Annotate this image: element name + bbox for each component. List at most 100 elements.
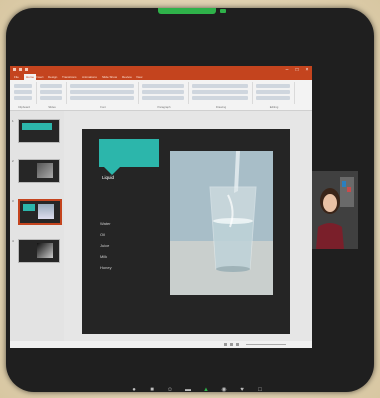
ribbon-button[interactable] [14, 90, 32, 94]
ribbon-button[interactable] [40, 90, 62, 94]
bullet-item[interactable]: Oil [100, 232, 105, 237]
thumbnail-title-shape [23, 204, 35, 211]
thumbnail-image [38, 204, 54, 219]
ribbon-button[interactable] [256, 90, 290, 94]
tab-design[interactable]: Design [48, 75, 57, 79]
ribbon-button[interactable] [142, 90, 184, 94]
chat-icon: ▬ [185, 387, 191, 392]
record-button[interactable]: ◉Record [216, 386, 232, 392]
ribbon-button[interactable] [14, 96, 32, 100]
slide-title[interactable]: Liquid [102, 175, 114, 180]
share-screen-icon: ▲ [203, 387, 209, 392]
maximize-button[interactable]: □ [292, 66, 302, 74]
ribbon-button[interactable] [142, 96, 184, 100]
participant-webcam-image [312, 171, 358, 249]
ribbon: Clipboard Slides Font Paragraph Drawing Editi… [10, 80, 312, 111]
ribbon-group-paragraph: Paragraph [140, 82, 189, 109]
ribbon-group-clipboard: Clipboard [12, 82, 37, 109]
thumbnail-number: 3 [12, 199, 14, 203]
video-button[interactable]: ■Video [144, 386, 160, 392]
bullet-item[interactable]: Honey [100, 265, 112, 270]
ribbon-button[interactable] [192, 90, 248, 94]
slide-thumbnail-4[interactable] [18, 239, 60, 263]
title-shape[interactable] [99, 139, 159, 167]
glass-of-water-image [170, 151, 273, 295]
ribbon-group-label: Editing [269, 105, 279, 109]
ribbon-button[interactable] [70, 96, 134, 100]
share-options-button[interactable] [220, 9, 226, 13]
record-icon: ◉ [221, 387, 227, 392]
reactions-button[interactable]: ♥Reactions [234, 386, 250, 392]
tab-animations[interactable]: Animations [82, 75, 97, 79]
slide-thumbnail-2[interactable] [18, 159, 60, 183]
ribbon-button[interactable] [40, 84, 62, 88]
water-glass-photo[interactable] [170, 151, 273, 295]
ribbon-group-slides: Slides [38, 82, 67, 109]
ribbon-button[interactable] [142, 84, 184, 88]
microphone-icon: ● [132, 387, 136, 392]
tab-view[interactable]: View [136, 75, 142, 79]
ribbon-button[interactable] [256, 96, 290, 100]
title-shape-pointer [104, 167, 120, 175]
close-button[interactable]: × [302, 66, 312, 74]
ribbon-button[interactable] [192, 84, 248, 88]
ribbon-button[interactable] [40, 96, 62, 100]
ribbon-button[interactable] [70, 84, 134, 88]
status-bar [10, 341, 312, 348]
zoom-slider[interactable] [246, 344, 286, 345]
thumbnail-number: 4 [12, 239, 14, 243]
current-slide[interactable]: Liquid Water Oil Juice Milk Honey [82, 129, 290, 334]
normal-view-icon[interactable] [224, 343, 227, 346]
powerpoint-window: – □ × File Home Insert Design Transitions Ani… [10, 66, 312, 348]
bullet-item[interactable]: Water [100, 221, 111, 226]
ribbon-group-label: Drawing [215, 105, 227, 109]
ribbon-group-editing: Editing [254, 82, 295, 109]
window-title-bar: – □ × [10, 66, 312, 74]
share-button[interactable]: ▲Share [198, 386, 214, 392]
save-icon[interactable] [13, 68, 16, 71]
slide-thumbnail-1[interactable] [18, 119, 60, 143]
minimize-button[interactable]: – [282, 66, 292, 74]
ribbon-button[interactable] [256, 84, 290, 88]
end-button[interactable]: □End [252, 386, 268, 392]
ribbon-button[interactable] [14, 84, 32, 88]
ribbon-group-label: Clipboard [18, 105, 30, 109]
tab-slide-show[interactable]: Slide Show [102, 75, 117, 79]
screen-share-indicator[interactable] [158, 8, 216, 14]
slide-sorter-icon[interactable] [230, 343, 233, 346]
ribbon-button[interactable] [70, 90, 134, 94]
thumbnail-title-shape [22, 123, 52, 130]
tab-insert[interactable]: Insert [36, 75, 44, 79]
slide-thumbnail-pane: 1 2 3 4 [10, 111, 64, 341]
ribbon-group-drawing: Drawing [190, 82, 253, 109]
undo-icon[interactable] [19, 68, 22, 71]
tab-file[interactable]: File [14, 75, 19, 79]
ribbon-group-label: Font [100, 105, 106, 109]
ribbon-group-label: Paragraph [157, 105, 171, 109]
end-icon: □ [258, 387, 262, 392]
bullet-item[interactable]: Milk [100, 254, 107, 259]
ribbon-button[interactable] [192, 96, 248, 100]
reading-view-icon[interactable] [236, 343, 239, 346]
ribbon-group-font: Font [68, 82, 139, 109]
slide-thumbnail-3[interactable] [18, 199, 62, 225]
slide-editing-area: Liquid Water Oil Juice Milk Honey [64, 111, 312, 341]
thumbnail-number: 1 [12, 119, 14, 123]
tab-transitions[interactable]: Transitions [62, 75, 77, 79]
tab-review[interactable]: Review [122, 75, 132, 79]
thumbnail-image [37, 163, 53, 178]
thumbnail-image [37, 243, 53, 258]
thumbnail-number: 2 [12, 159, 14, 163]
ribbon-group-label: Slides [48, 105, 56, 109]
join-button[interactable]: ●Join [126, 386, 142, 392]
video-icon: ■ [150, 387, 154, 392]
reactions-icon: ♥ [240, 387, 244, 392]
participant-video-tile[interactable] [312, 171, 358, 249]
participants-icon: ☺ [166, 387, 174, 392]
bullet-item[interactable]: Juice [100, 243, 109, 248]
participants-button[interactable]: ☺Participants [162, 386, 178, 392]
chat-button[interactable]: ▬Chat [180, 386, 196, 392]
monitor-screen: – □ × File Home Insert Design Transitions Ani… [6, 8, 374, 392]
meeting-controls-bar: ●Join■Video☺Participants▬Chat▲Share◉Reco… [126, 386, 276, 392]
redo-icon[interactable] [25, 68, 28, 71]
